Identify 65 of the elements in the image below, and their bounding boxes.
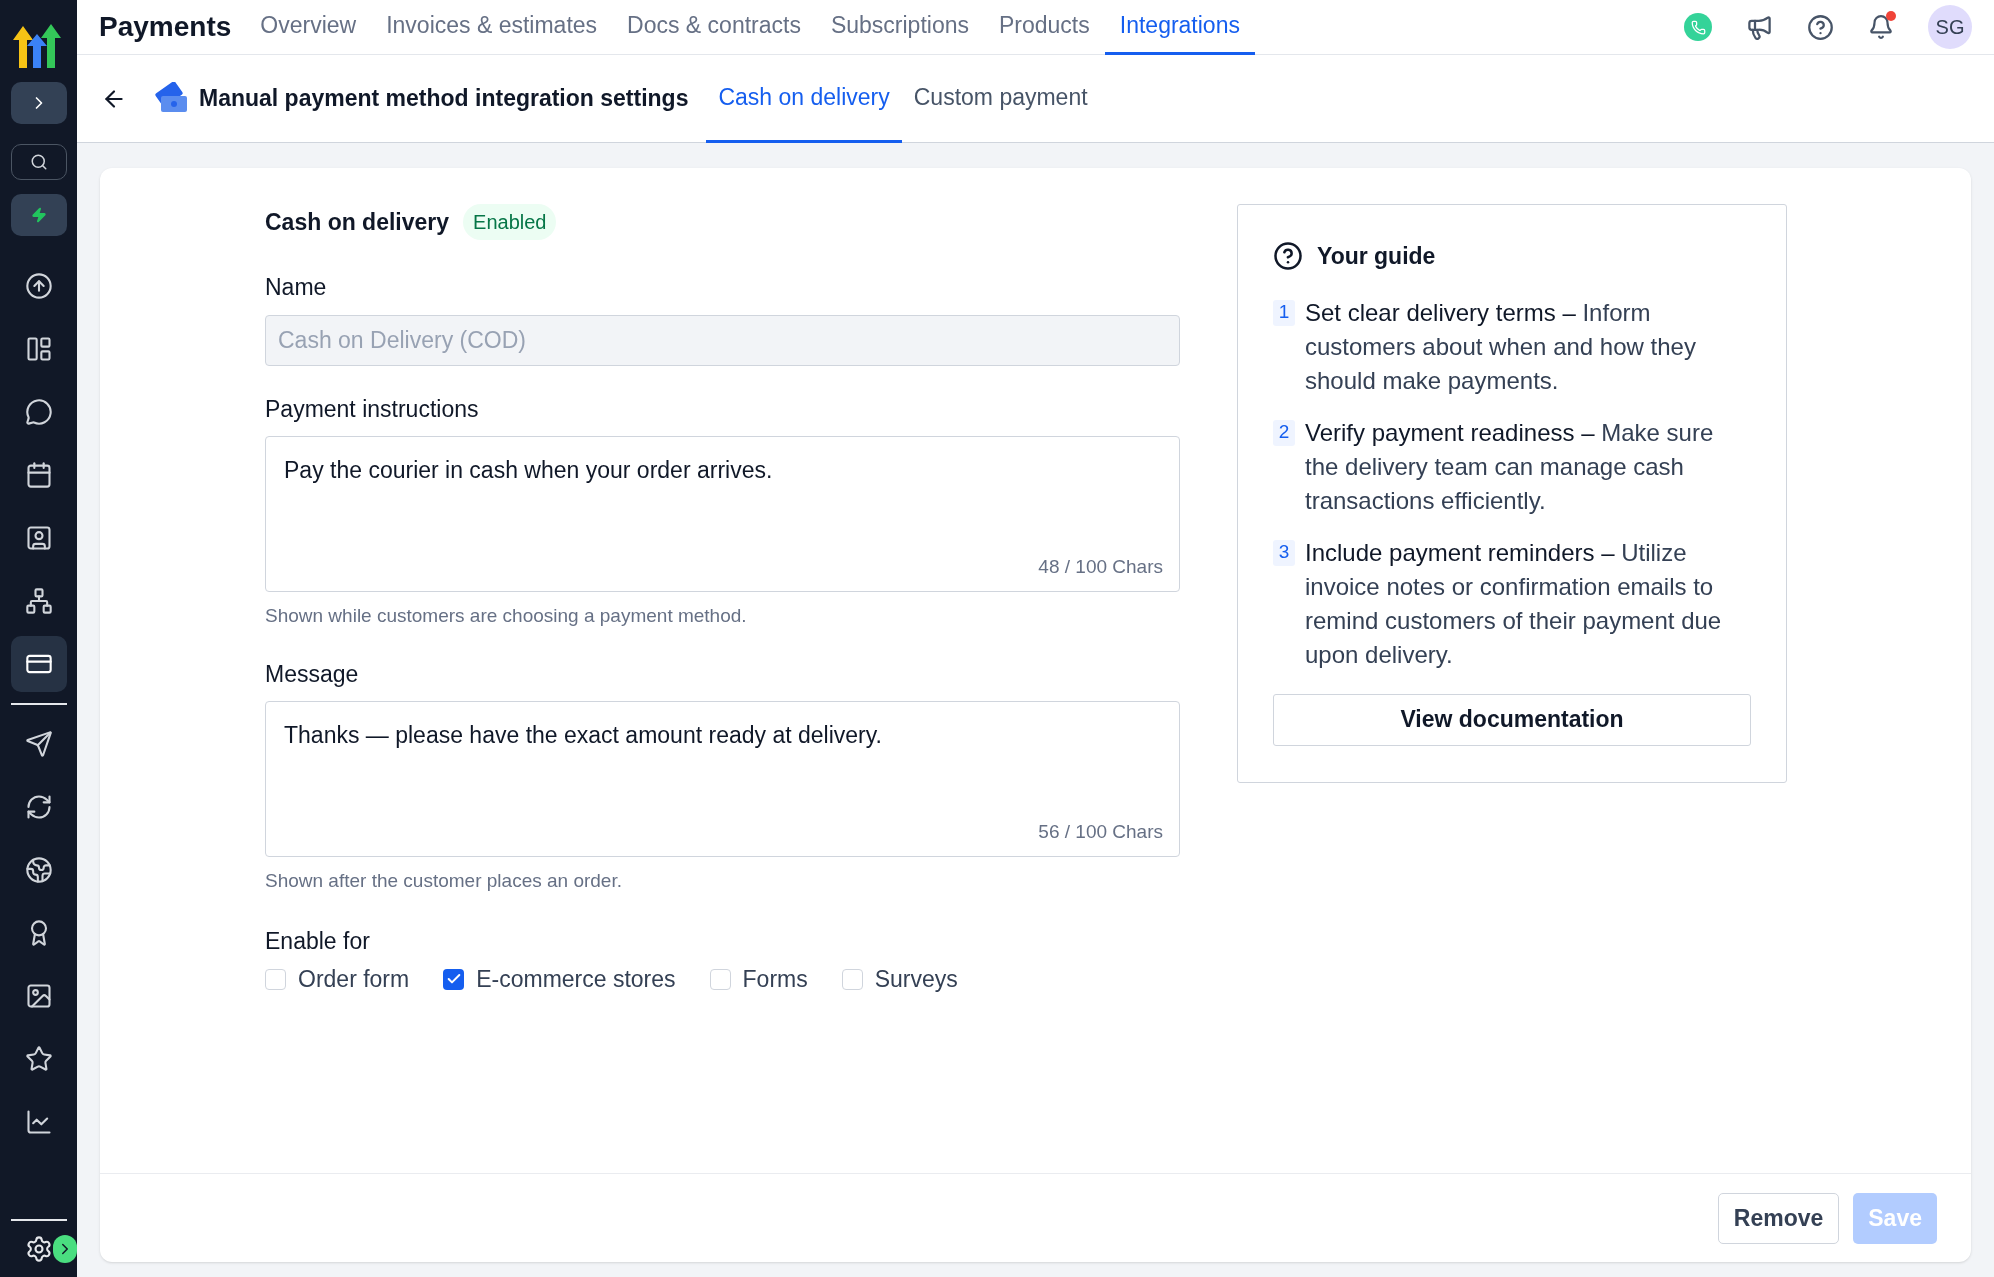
- field-label: Enable for: [265, 926, 371, 956]
- nav-tab[interactable]: Overview: [245, 0, 372, 55]
- settings-button[interactable]: [24, 1235, 53, 1263]
- step-text: Include payment reminders – Utilize invoice notes or confirmation emails to remind customers of their payment due upon delivery.: [1305, 537, 1723, 670]
- star-icon: [24, 1045, 53, 1073]
- checkbox[interactable]: [265, 968, 286, 990]
- user-avatar[interactable]: SG: [1928, 5, 1972, 49]
- search-icon: [29, 153, 48, 171]
- guide-title: Your guide: [1317, 242, 1436, 271]
- instructions-field[interactable]: Pay the courier in cash when your order arrives. 48 / 100 Chars: [265, 436, 1180, 592]
- calendar-icon: [24, 461, 53, 489]
- sidebar-item[interactable]: [10, 636, 67, 692]
- checkbox[interactable]: [443, 968, 465, 990]
- step-text: Verify payment readiness – Make sure the delivery team can manage cash transactions efficiently.: [1305, 417, 1715, 516]
- page-title: Manual payment method integration settings: [199, 84, 689, 114]
- announcement-icon[interactable]: [1746, 13, 1773, 41]
- field-value: Thanks — please have the exact amount ready at delivery.: [284, 722, 882, 748]
- upload-icon: [24, 272, 53, 300]
- nav-tab[interactable]: Subscriptions: [815, 0, 984, 55]
- checkbox-label: Surveys: [874, 965, 958, 994]
- lightning-icon: [30, 207, 47, 223]
- checkbox-label: Forms: [742, 965, 808, 994]
- step-number: 2: [1273, 419, 1295, 446]
- field-label: Message: [265, 659, 360, 689]
- step-text: Set clear delivery terms – Inform customers about when and how they should make payments.: [1305, 297, 1697, 396]
- help-icon[interactable]: [1807, 13, 1834, 41]
- helper-text: Shown while customers are choosing a payment method.: [265, 604, 748, 628]
- network-icon: [24, 587, 53, 615]
- layout-icon: [24, 335, 53, 363]
- app-title: Payments: [99, 10, 232, 44]
- refresh-icon: [24, 793, 53, 821]
- checkbox-label: E-commerce stores: [476, 965, 676, 994]
- contact-icon: [24, 524, 53, 552]
- chart-icon: [24, 1108, 53, 1136]
- field-label: Name: [265, 273, 328, 302]
- expand-icon[interactable]: [52, 1235, 77, 1263]
- settings-icon: [24, 1235, 53, 1263]
- helper-text: Shown after the customer places an order.: [265, 869, 623, 893]
- checkbox-label: Order form: [298, 965, 410, 994]
- globe-icon: [24, 856, 53, 884]
- image-icon: [24, 982, 53, 1010]
- character-counter: 56 / 100 Chars: [1038, 819, 1163, 844]
- status-badge: Enabled: [463, 204, 557, 240]
- checkbox[interactable]: [841, 968, 863, 990]
- notifications-button[interactable]: [1868, 14, 1894, 40]
- send-icon: [24, 730, 53, 758]
- nav-tab[interactable]: Docs & contracts: [612, 0, 816, 55]
- documentation-button[interactable]: View documentation: [1273, 693, 1751, 746]
- field-label: Payment instructions: [265, 394, 480, 424]
- checkbox[interactable]: [709, 968, 731, 990]
- nav-tab[interactable]: Products: [984, 0, 1105, 55]
- nav-tab[interactable]: Invoices & estimates: [371, 0, 613, 55]
- remove-button[interactable]: Remove: [1717, 1192, 1840, 1244]
- character-counter: 48 / 100 Chars: [1038, 554, 1163, 579]
- page-tab[interactable]: Cash on delivery: [706, 54, 902, 143]
- search-button[interactable]: [10, 144, 67, 180]
- help-icon: [1273, 241, 1303, 272]
- step-number: 3: [1273, 539, 1295, 566]
- page-tab[interactable]: Custom payment: [901, 54, 1100, 143]
- chat-icon: [24, 398, 53, 426]
- field-value: Pay the courier in cash when your order arrives.: [284, 457, 773, 483]
- step-number: 1: [1273, 299, 1295, 326]
- section-title: Cash on delivery: [265, 207, 450, 237]
- quick-action-button[interactable]: [10, 194, 67, 236]
- message-field[interactable]: Thanks — please have the exact amount ready at delivery. 56 / 100 Chars: [265, 701, 1180, 857]
